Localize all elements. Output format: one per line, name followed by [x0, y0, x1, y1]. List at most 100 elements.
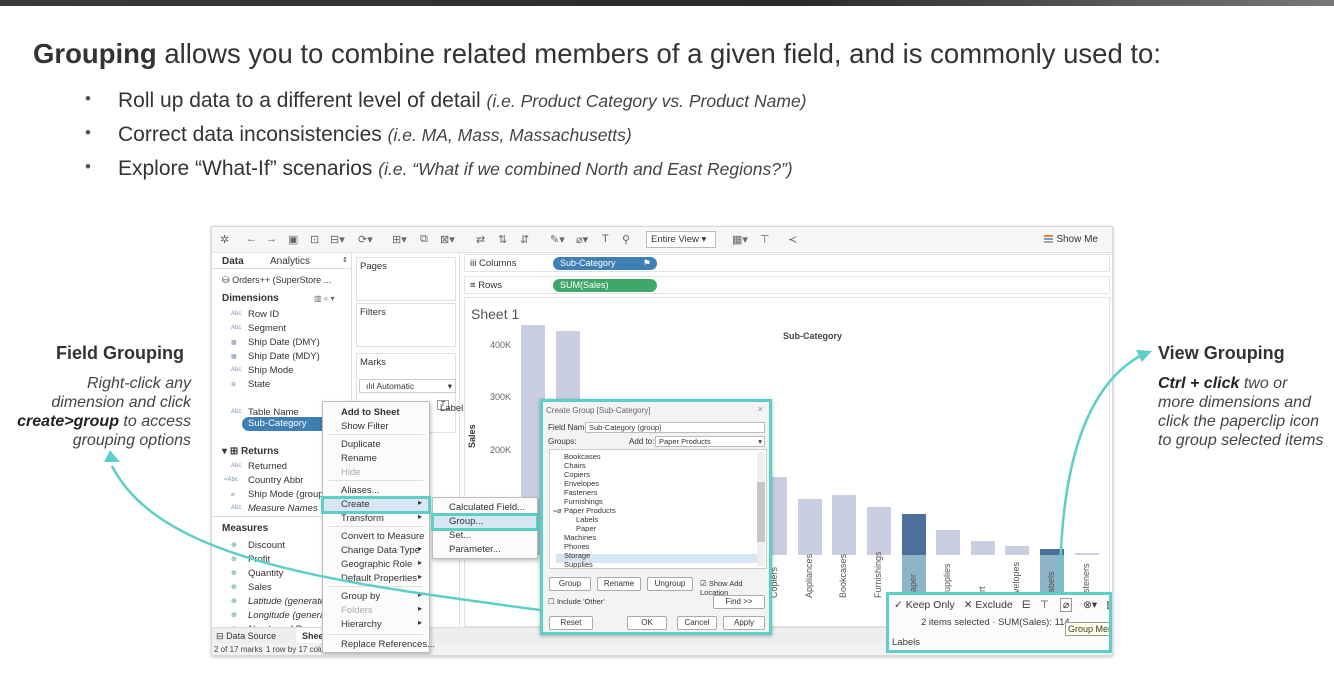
pages-shelf[interactable]: Pages [356, 257, 456, 301]
menu-item[interactable]: Hierarchy [323, 618, 429, 632]
back-icon[interactable]: ← [246, 233, 257, 245]
columns-shelf[interactable]: iii Columns Sub-Category ⚑ [464, 254, 1110, 272]
mark-type-select[interactable]: ılıl Automatic ▾ [359, 379, 456, 393]
dimension-tools-icon[interactable]: ▥ ⌕ ▾ [314, 294, 335, 304]
fit-select[interactable]: Entire View ▾ [646, 231, 716, 248]
label-icon[interactable]: T [602, 233, 609, 245]
bar-supplies[interactable] [936, 530, 961, 555]
submenu-item[interactable]: Group... [431, 513, 539, 531]
close-icon[interactable]: × [758, 404, 763, 414]
find-button[interactable]: Find >> [713, 595, 765, 609]
dimension-field[interactable]: Row ID [248, 309, 279, 320]
menu-item[interactable]: Show Filter [323, 420, 429, 434]
list-item[interactable]: Fasteners [564, 488, 597, 497]
new-datasource-icon[interactable]: ⊡ [310, 233, 319, 246]
swap-icon[interactable]: ⇄ [476, 233, 485, 246]
returns-field[interactable]: Returned [248, 461, 287, 472]
sort-desc-icon[interactable]: ⇵ [520, 233, 529, 246]
reset-button[interactable]: Reset [549, 616, 593, 630]
duplicate-icon[interactable]: ⧉ [420, 233, 428, 246]
dimension-field[interactable]: State [248, 379, 270, 390]
list-item[interactable]: Envelopes [564, 479, 599, 488]
tab-analytics[interactable]: Analytics [270, 256, 310, 267]
list-item[interactable]: Furnishings [564, 497, 603, 506]
measure-field[interactable]: Discount [248, 540, 285, 551]
menu-item[interactable]: Group by [323, 590, 429, 604]
exclude-button[interactable]: ✕ Exclude [964, 599, 1013, 611]
bar-fasteners[interactable] [1074, 553, 1099, 555]
datasource-item[interactable]: ⛁ Orders++ (SuperStore ... [222, 275, 331, 286]
submenu-item[interactable]: Calculated Field... [433, 501, 537, 515]
forward-icon[interactable]: → [266, 233, 277, 245]
rename-button[interactable]: Rename [597, 577, 641, 591]
menu-item[interactable]: Default Properties [323, 572, 429, 586]
bar-paper[interactable] [901, 513, 926, 555]
show-cards-icon[interactable]: ▦▾ [732, 233, 748, 246]
rows-shelf[interactable]: ≡ Rows SUM(Sales) [464, 276, 1110, 294]
menu-item[interactable]: Aliases... [323, 484, 429, 498]
list-scrollbar[interactable] [757, 452, 765, 566]
rows-pill[interactable]: SUM(Sales) [553, 279, 657, 292]
list-item[interactable]: Machines [564, 533, 596, 542]
save-icon[interactable]: ▣ [288, 233, 298, 246]
dimension-field[interactable]: Ship Date (DMY) [248, 337, 320, 348]
scrollbar-thumb[interactable] [757, 482, 765, 542]
paperclip-icon[interactable]: ⌀ [1059, 598, 1073, 612]
pane-menu-icon[interactable]: ⇕ [342, 256, 348, 264]
list-item[interactable]: Paper Products [564, 506, 616, 515]
bar-bookcases[interactable] [832, 494, 857, 555]
list-item[interactable]: Copiers [564, 470, 590, 479]
list-item[interactable]: Supplies [564, 560, 593, 568]
columns-pill[interactable]: Sub-Category ⚑ [553, 257, 657, 270]
menu-item[interactable]: Folders [323, 604, 429, 618]
list-item[interactable]: Chairs [564, 461, 586, 470]
dimension-field[interactable]: Ship Mode [248, 365, 293, 376]
label-card[interactable]: T Label [437, 400, 463, 414]
refresh-icon[interactable]: ⟳▾ [358, 233, 373, 246]
menu-item[interactable]: Hide [323, 466, 429, 480]
view-data-icon[interactable]: ▥ [1106, 599, 1109, 611]
add-to-select[interactable]: Paper Products ▾ [655, 436, 765, 447]
dimension-field[interactable]: Ship Date (MDY) [248, 351, 320, 362]
clear-icon[interactable]: ⊠▾ [440, 233, 455, 246]
highlight-icon[interactable]: ✎▾ [550, 233, 565, 246]
measure-field[interactable]: Profit [248, 554, 270, 565]
submenu-item[interactable]: Set... [433, 529, 537, 543]
menu-item[interactable]: Create [321, 496, 431, 514]
menu-item[interactable]: Change Data Type [323, 544, 429, 558]
set-icon[interactable]: ⊗▾ [1083, 599, 1097, 611]
bar-furnishings[interactable] [867, 506, 891, 555]
bar-art[interactable] [970, 540, 995, 555]
menu-item[interactable]: Replace References... [323, 638, 435, 652]
measure-field[interactable]: Sales [248, 582, 272, 593]
pause-icon[interactable]: ⊟▾ [330, 233, 345, 246]
ok-button[interactable]: OK [627, 616, 667, 630]
list-item[interactable]: Labels [576, 515, 598, 524]
menu-item[interactable]: Add to Sheet [323, 406, 429, 420]
pin-icon[interactable]: ⚲ [622, 233, 630, 246]
field-name-input[interactable]: Sub-Category (group) [585, 422, 765, 433]
filters-shelf[interactable]: Filters [356, 303, 456, 347]
list-item[interactable]: Phones [564, 542, 589, 551]
keep-only-button[interactable]: ✓ Keep Only [894, 599, 955, 611]
ungroup-button[interactable]: Ungroup [647, 577, 693, 591]
bar-envelopes[interactable] [1005, 546, 1030, 555]
list-item[interactable]: Storage [564, 551, 590, 560]
include-other-checkbox[interactable]: ☐ Include 'Other' [548, 597, 605, 606]
menu-item[interactable]: Duplicate [323, 438, 429, 452]
list-item[interactable]: Paper [576, 524, 596, 533]
menu-item[interactable]: Transform [323, 512, 429, 526]
submenu-item[interactable]: Parameter... [433, 543, 537, 557]
chart-icon[interactable]: ⋿ [1022, 599, 1031, 611]
filter-icon[interactable]: ⊤ [1040, 599, 1049, 611]
cancel-button[interactable]: Cancel [677, 616, 717, 630]
bar-appliances[interactable] [797, 498, 822, 555]
measure-field[interactable]: Quantity [248, 568, 283, 579]
apply-button[interactable]: Apply [723, 616, 765, 630]
show-me-button[interactable]: Show Me [1044, 234, 1098, 245]
dimension-field[interactable]: Segment [248, 323, 286, 334]
sort-asc-icon[interactable]: ⇅ [498, 233, 507, 246]
tab-data[interactable]: Data [222, 256, 244, 267]
list-item[interactable]: Bookcases [564, 452, 601, 461]
measure-field[interactable]: Latitude (generated) [248, 596, 334, 607]
